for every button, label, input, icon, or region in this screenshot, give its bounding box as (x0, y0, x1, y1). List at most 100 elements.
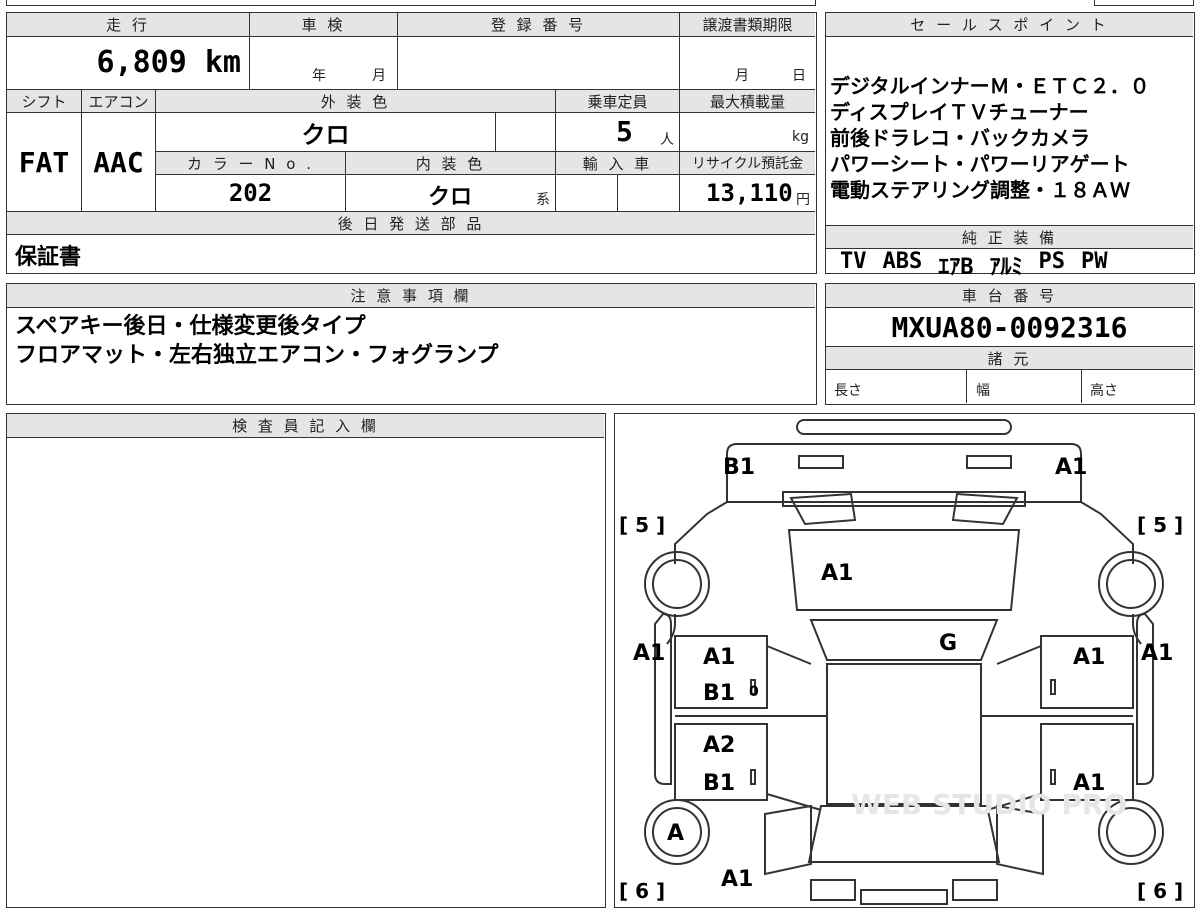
sales-point-2: ディスプレイＴＶチューナー (830, 100, 1089, 124)
rear-left-quarter (764, 804, 812, 876)
specs-width: 幅 (976, 383, 990, 399)
import-header: 輸 入 車 (555, 151, 679, 175)
recycle-unit: 円 (796, 192, 810, 208)
diag-rear-left-quarter: A1 (721, 867, 753, 892)
recycle-cell: 13,110 円 (679, 175, 815, 211)
registration-header: 登 録 番 号 (397, 13, 679, 37)
vehicle-info-table: 走 行 車 検 登 録 番 号 譲渡書類期限 6,809 km 年 月 月 日 … (6, 12, 817, 274)
wheel-front-left-inner (652, 559, 702, 609)
capacity-unit: 人 (660, 132, 674, 148)
diag-front-left-door-b: B1 (703, 681, 735, 706)
capacity-value: 5 (616, 115, 633, 148)
diag-hood: A1 (821, 561, 853, 586)
exterior-color-header: 外 装 色 (155, 89, 555, 113)
interior-color-value: クロ (428, 185, 473, 210)
car-diagram-panel: [ 5 ] [ 5 ] [ 6 ] [ 6 ] B1 A1 A1 G A1 A1… (614, 413, 1195, 908)
rear-bumper-left (810, 879, 856, 901)
top-strip (6, 0, 816, 6)
interior-suffix: 系 (536, 192, 550, 208)
recycle-header: リサイクル預託金 (679, 151, 815, 175)
grille-inner-right (951, 492, 1019, 526)
door-mark-rr (1050, 769, 1056, 785)
diag-mark-zero-fl: 0 (749, 684, 759, 700)
sales-point-4: パワーシート・パワーリアゲート (830, 152, 1130, 176)
windshield (809, 619, 999, 661)
interior-color-header: 内 装 色 (345, 151, 555, 175)
diag-left-fender: A1 (633, 641, 665, 666)
equipment-ps: PS (1038, 249, 1066, 274)
sales-points-header: セ ー ル ス ポ イ ン ト (826, 13, 1193, 37)
equipment-airbag: ｴｱB (938, 255, 974, 280)
a-pillar-right (996, 645, 1042, 665)
import-cell-a (555, 175, 617, 211)
diag-tire-rr: [ 6 ] (1137, 879, 1183, 903)
right-fender-front (1136, 612, 1154, 785)
equipment-abs: ABS (882, 249, 923, 274)
equipment-tv: TV (840, 249, 867, 274)
a-pillar-left (766, 645, 812, 665)
interior-color-cell: クロ 系 (345, 175, 555, 211)
color-no-value: 202 (155, 175, 345, 211)
specs-height-cell (1081, 370, 1082, 403)
roof (826, 663, 982, 805)
diag-rear-left-door-b: B1 (703, 771, 735, 796)
headlight-right (966, 455, 1012, 469)
transfer-value: 月 日 (679, 37, 815, 89)
diag-front-right-corner: A1 (1055, 455, 1087, 480)
transfer-day-unit: 日 (792, 68, 806, 84)
recycle-fee: 13,110 (706, 179, 793, 207)
aircon-header: エアコン (81, 89, 155, 113)
exterior-color-value: クロ (155, 113, 495, 151)
body-outline (674, 501, 1134, 564)
shift-value: FAT (18, 145, 70, 179)
specs-header: 諸 元 (826, 346, 1193, 370)
car-diagram: [ 5 ] [ 5 ] [ 6 ] [ 6 ] B1 A1 A1 G A1 A1… (619, 419, 1183, 905)
diag-right-fender: A1 (1141, 641, 1173, 666)
equipment-pw: PW (1081, 249, 1108, 274)
wheel-front-right-inner (1106, 559, 1156, 609)
diag-windshield: G (939, 631, 957, 656)
sales-points-lines: デジタルインナーＭ・ＥＴＣ２．０ ディスプレイＴＶチューナー 前後ドラレコ・バッ… (830, 73, 1150, 203)
front-bumper-bar (796, 419, 1012, 435)
mileage-header: 走 行 (7, 13, 249, 37)
equipment-list: TV ABS ｴｱB ｱﾙﾐ PS PW (840, 249, 1108, 281)
equipment-alloy: ｱﾙﾐ (989, 255, 1023, 280)
notes-lines: スペアキー後日・仕様変更後タイプ フロアマット・左右独立エアコン・フォグランプ (15, 312, 498, 370)
rear-bumper-right (952, 879, 998, 901)
exterior-color-extra (495, 113, 555, 151)
max-load-unit: kg (792, 129, 809, 145)
inspection-year-unit: 年 (312, 68, 326, 84)
transfer-header: 譲渡書類期限 (679, 13, 815, 37)
chassis-number: MXUA80-0092316 (891, 310, 1128, 344)
door-mark-fr (1050, 679, 1056, 695)
top-strip-right (1094, 0, 1194, 6)
diag-rear-left-wheel: A (667, 821, 684, 846)
wheel-front-right (1098, 551, 1164, 617)
inspection-month-unit: 月 (372, 68, 386, 84)
sales-point-5: 電動ステアリング調整・１８ＡＷ (830, 178, 1130, 202)
grille (782, 491, 1026, 507)
door-mark-rl (750, 769, 756, 785)
grille-inner-left (789, 492, 857, 526)
specs-length: 長さ (834, 383, 862, 399)
diag-tire-fl: [ 5 ] (619, 513, 665, 537)
equipment-header: 純 正 装 備 (826, 225, 1193, 249)
rear-bumper-center (860, 889, 948, 905)
mileage-value: 6,809 km (96, 45, 242, 80)
later-parts-value: 保証書 (15, 245, 82, 270)
inspection-header: 車 検 (249, 13, 397, 37)
max-load-value-cell: kg (679, 113, 815, 151)
capacity-value-cell: 5 人 (555, 113, 679, 151)
import-cell-b (617, 175, 679, 211)
max-load-header: 最大積載量 (679, 89, 815, 113)
note-line-2: フロアマット・左右独立エアコン・フォグランプ (15, 343, 499, 368)
sales-point-3: 前後ドラレコ・バックカメラ (830, 126, 1090, 150)
shift-header: シフト (7, 89, 81, 113)
note-line-1: スペアキー後日・仕様変更後タイプ (15, 314, 366, 339)
inspection-value: 年 月 (249, 37, 397, 89)
notes-panel: 注 意 事 項 欄 スペアキー後日・仕様変更後タイプ フロアマット・左右独立エア… (6, 283, 817, 405)
later-parts-header: 後 日 発 送 部 品 (7, 211, 815, 235)
sales-point-1: デジタルインナーＭ・ＥＴＣ２．０ (830, 74, 1150, 98)
diag-front-left-door-a: A1 (703, 645, 735, 670)
c-pillar-left (766, 793, 822, 811)
